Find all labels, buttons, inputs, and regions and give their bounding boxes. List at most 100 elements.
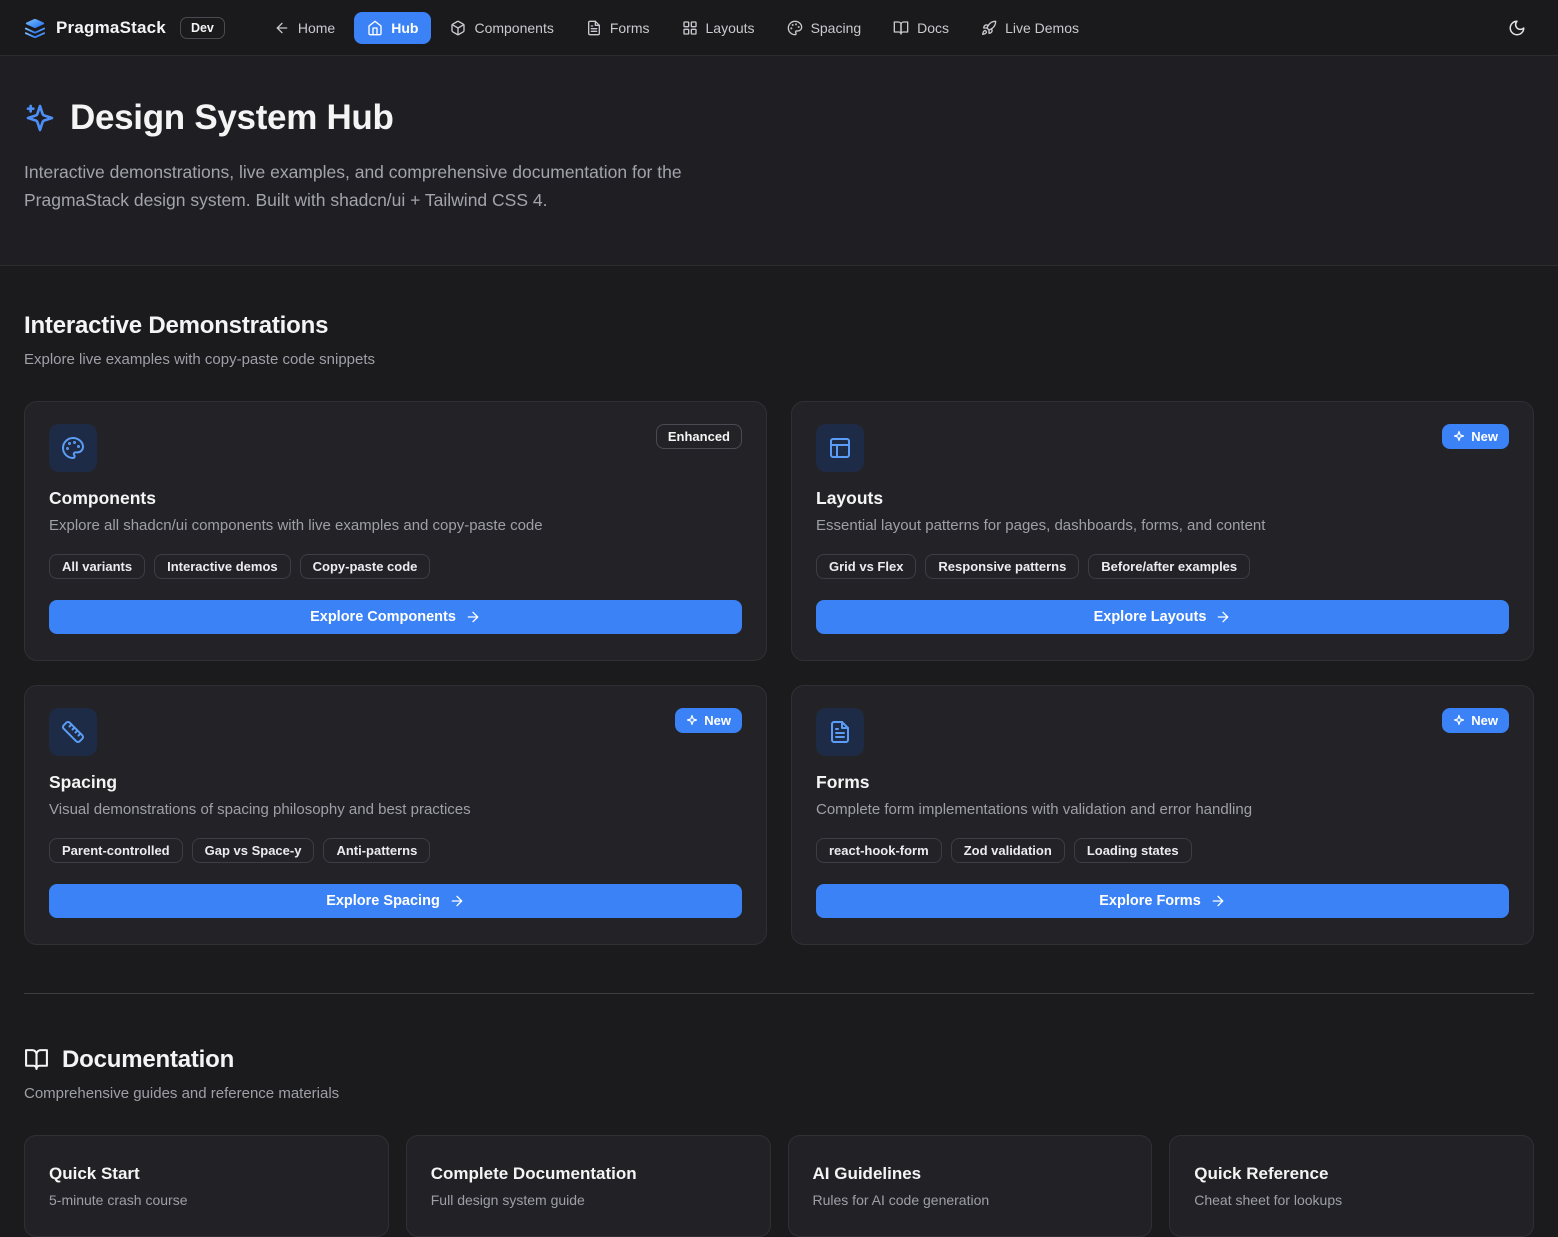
doc-card-ai-guidelines[interactable]: AI Guidelines Rules for AI code generati… xyxy=(788,1135,1153,1237)
docs-subheading: Comprehensive guides and reference mater… xyxy=(24,1085,1534,1102)
nav-item-components[interactable]: Components xyxy=(437,12,566,44)
tag-badge: Copy-paste code xyxy=(300,554,431,579)
sparkles-icon xyxy=(24,102,56,134)
package-icon xyxy=(450,20,466,36)
home-icon xyxy=(367,20,383,36)
explore-layouts-button[interactable]: Explore Layouts xyxy=(816,600,1509,634)
nav-label: Home xyxy=(298,20,335,36)
demo-card-forms: New Forms Complete form implementations … xyxy=(791,685,1534,945)
doc-card-title: Quick Reference xyxy=(1194,1164,1509,1184)
layout-grid-icon xyxy=(682,20,698,36)
tag-badge: Parent-controlled xyxy=(49,838,183,863)
moon-icon xyxy=(1508,19,1526,37)
button-label: Explore Components xyxy=(310,609,456,625)
doc-card-quick-reference[interactable]: Quick Reference Cheat sheet for lookups xyxy=(1169,1135,1534,1237)
doc-card-title: Quick Start xyxy=(49,1164,364,1184)
rocket-icon xyxy=(981,20,997,36)
tag-badge: Zod validation xyxy=(951,838,1065,863)
book-open-icon xyxy=(893,20,909,36)
demos-subheading: Explore live examples with copy-paste co… xyxy=(24,351,1534,368)
explore-spacing-button[interactable]: Explore Spacing xyxy=(49,884,742,918)
palette-icon xyxy=(787,20,803,36)
new-badge: New xyxy=(675,708,742,733)
docs-heading: Documentation xyxy=(62,1046,234,1074)
card-title: Forms xyxy=(816,772,1509,793)
nav-item-spacing[interactable]: Spacing xyxy=(774,12,875,44)
page-title: Design System Hub xyxy=(70,98,394,138)
doc-card-description: Rules for AI code generation xyxy=(813,1192,1128,1208)
card-title: Layouts xyxy=(816,488,1509,509)
arrow-left-icon xyxy=(274,20,290,36)
brand-name: PragmaStack xyxy=(56,18,166,38)
card-description: Visual demonstrations of spacing philoso… xyxy=(49,801,742,818)
card-title: Spacing xyxy=(49,772,742,793)
doc-card-description: Cheat sheet for lookups xyxy=(1194,1192,1509,1208)
nav-label: Docs xyxy=(917,20,949,36)
nav-item-live-demos[interactable]: Live Demos xyxy=(968,12,1092,44)
doc-card-description: 5-minute crash course xyxy=(49,1192,364,1208)
demo-card-components: Enhanced Components Explore all shadcn/u… xyxy=(24,401,767,661)
main-nav: Home Hub Components Forms Layouts xyxy=(261,12,1092,44)
nav-label: Live Demos xyxy=(1005,20,1079,36)
badge-label: New xyxy=(1471,713,1498,728)
arrow-right-icon xyxy=(1215,609,1231,625)
nav-label: Layouts xyxy=(706,20,755,36)
main-content: Interactive Demonstrations Explore live … xyxy=(0,266,1558,1237)
doc-card-quick-start[interactable]: Quick Start 5-minute crash course xyxy=(24,1135,389,1237)
button-label: Explore Layouts xyxy=(1094,609,1207,625)
brand[interactable]: PragmaStack xyxy=(24,17,166,39)
status-badge: Enhanced xyxy=(656,424,742,449)
new-badge: New xyxy=(1442,424,1509,449)
sparkles-icon xyxy=(686,714,698,726)
sparkles-icon xyxy=(1453,714,1465,726)
arrow-right-icon xyxy=(1210,893,1226,909)
arrow-right-icon xyxy=(465,609,481,625)
layers-icon xyxy=(24,17,46,39)
sparkles-icon xyxy=(1453,430,1465,442)
tag-badge: Interactive demos xyxy=(154,554,291,579)
section-divider xyxy=(24,993,1534,994)
palette-icon xyxy=(49,424,97,472)
tag-badge: Grid vs Flex xyxy=(816,554,916,579)
nav-item-docs[interactable]: Docs xyxy=(880,12,962,44)
tag-badge: Responsive patterns xyxy=(925,554,1079,579)
tag-badge: Loading states xyxy=(1074,838,1192,863)
demo-card-spacing: New Spacing Visual demonstrations of spa… xyxy=(24,685,767,945)
demo-card-layouts: New Layouts Essential layout patterns fo… xyxy=(791,401,1534,661)
nav-item-forms[interactable]: Forms xyxy=(573,12,663,44)
ruler-icon xyxy=(49,708,97,756)
file-text-icon xyxy=(816,708,864,756)
doc-card-complete-documentation[interactable]: Complete Documentation Full design syste… xyxy=(406,1135,771,1237)
button-label: Explore Forms xyxy=(1099,893,1201,909)
nav-item-home[interactable]: Home xyxy=(261,12,348,44)
file-text-icon xyxy=(586,20,602,36)
demo-card-grid: Enhanced Components Explore all shadcn/u… xyxy=(24,401,1534,945)
explore-components-button[interactable]: Explore Components xyxy=(49,600,742,634)
nav-item-hub[interactable]: Hub xyxy=(354,12,431,44)
theme-toggle-button[interactable] xyxy=(1500,11,1534,45)
page-description: Interactive demonstrations, live example… xyxy=(24,158,766,215)
doc-card-title: Complete Documentation xyxy=(431,1164,746,1184)
top-navbar: PragmaStack Dev Home Hub Components Form xyxy=(0,0,1558,56)
badge-label: New xyxy=(1471,429,1498,444)
tag-badge: Gap vs Space-y xyxy=(192,838,315,863)
nav-label: Components xyxy=(474,20,553,36)
doc-card-description: Full design system guide xyxy=(431,1192,746,1208)
explore-forms-button[interactable]: Explore Forms xyxy=(816,884,1509,918)
card-description: Explore all shadcn/ui components with li… xyxy=(49,517,742,534)
demos-heading: Interactive Demonstrations xyxy=(24,312,1534,340)
nav-label: Hub xyxy=(391,20,418,36)
book-open-icon xyxy=(24,1047,49,1072)
hero-section: Design System Hub Interactive demonstrat… xyxy=(0,56,1558,266)
arrow-right-icon xyxy=(449,893,465,909)
card-description: Complete form implementations with valid… xyxy=(816,801,1509,818)
badge-label: New xyxy=(704,713,731,728)
tag-badge: All variants xyxy=(49,554,145,579)
nav-label: Spacing xyxy=(811,20,862,36)
doc-card-title: AI Guidelines xyxy=(813,1164,1128,1184)
env-badge: Dev xyxy=(180,17,225,39)
new-badge: New xyxy=(1442,708,1509,733)
panels-top-icon xyxy=(816,424,864,472)
tag-badge: Anti-patterns xyxy=(323,838,430,863)
nav-item-layouts[interactable]: Layouts xyxy=(669,12,768,44)
